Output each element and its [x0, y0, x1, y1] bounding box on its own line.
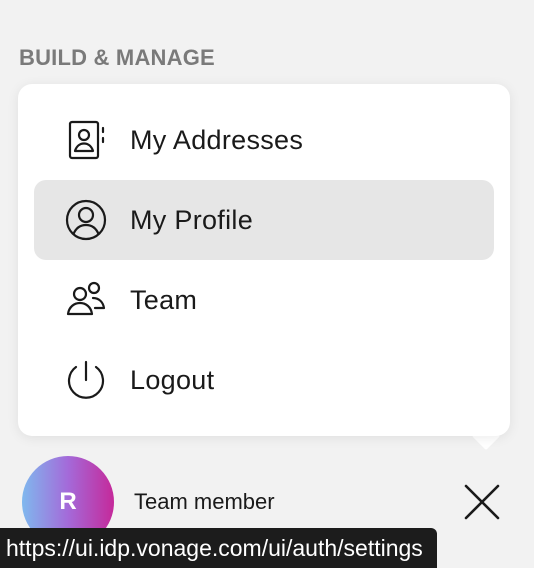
menu-item-label: Logout: [130, 364, 215, 395]
address-book-icon: [64, 118, 108, 162]
menu-item-my-profile[interactable]: My Profile: [34, 180, 494, 260]
menu-item-label: My Profile: [130, 204, 254, 235]
menu-item-team[interactable]: Team: [34, 260, 494, 340]
status-bar-url: https://ui.idp.vonage.com/ui/auth/settin…: [0, 528, 437, 568]
user-circle-icon: [64, 198, 108, 242]
team-icon: [64, 278, 108, 322]
user-role: Team member: [134, 489, 275, 514]
avatar-initial: R: [59, 488, 77, 515]
menu-item-logout[interactable]: Logout: [34, 340, 494, 420]
power-icon: [64, 358, 108, 402]
account-menu: My Addresses My Profile Team Logout: [18, 84, 510, 436]
section-heading: BUILD & MANAGE: [19, 45, 215, 70]
menu-item-my-addresses[interactable]: My Addresses: [34, 100, 494, 180]
menu-item-label: My Addresses: [130, 124, 304, 155]
menu-item-label: Team: [130, 284, 198, 315]
close-icon: [462, 484, 502, 526]
close-button[interactable]: [462, 482, 502, 522]
